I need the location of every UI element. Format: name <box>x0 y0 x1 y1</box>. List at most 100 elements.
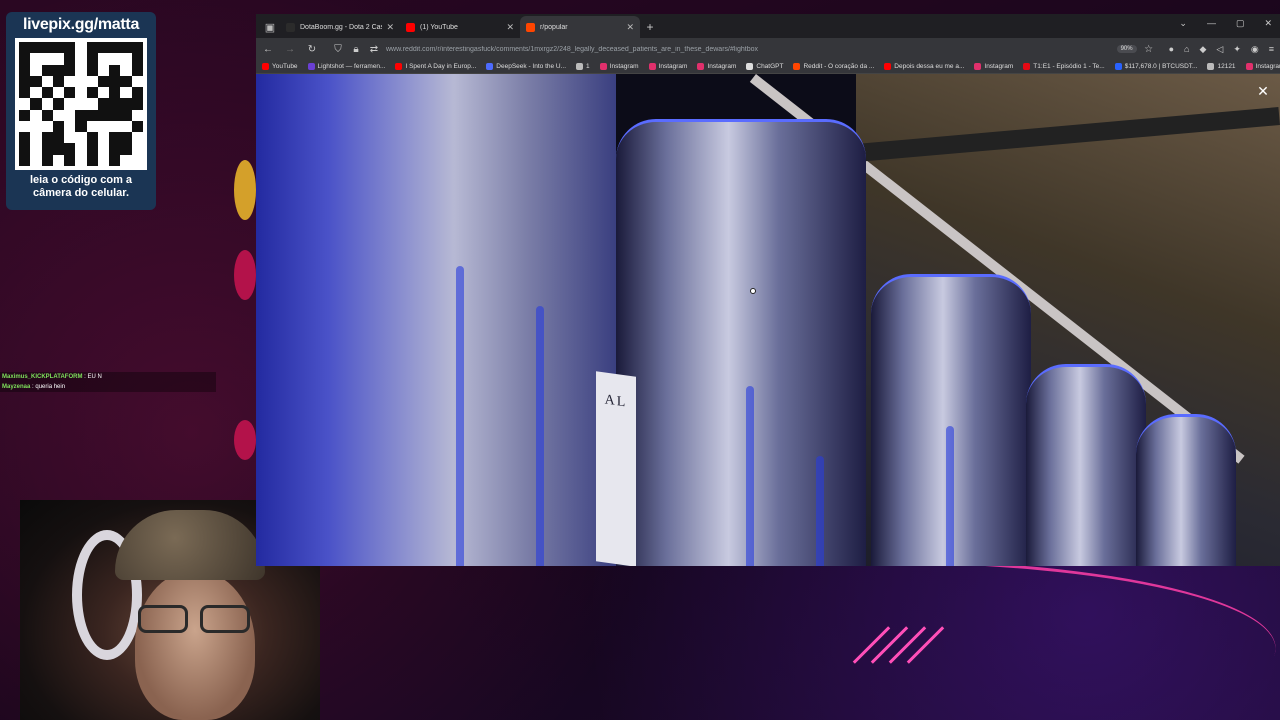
bookmark-icon <box>1245 63 1253 70</box>
extension-icon[interactable]: ◆ <box>1199 44 1206 55</box>
chat-username: Mayzenaa <box>2 384 31 390</box>
shield-icon[interactable]: ⛉ <box>332 44 344 55</box>
close-icon[interactable]: ✕ <box>386 22 394 33</box>
bookmark-label: Instagram <box>1255 63 1280 70</box>
tab-bar: ▣ DotaBoom.gg - Dota 2 Cases ✕ (1) YouTu… <box>256 14 1280 38</box>
bookmark-label: Instagram <box>984 63 1014 70</box>
bookmark-icon <box>793 63 801 70</box>
bookmark-item[interactable]: I Spent A Day in Europ... <box>395 63 476 70</box>
bookmark-item[interactable]: DeepSeek - Into the U... <box>486 63 566 70</box>
frost-drip <box>536 306 544 566</box>
bookmark-item[interactable]: YouTube <box>262 63 298 70</box>
window-controls: ⌄ — ▢ ✕ <box>1179 18 1272 29</box>
site-settings-icon[interactable]: ⇄ <box>368 44 380 55</box>
bookmark-icon <box>697 63 705 70</box>
bookmark-label: Lightshot — ferramen... <box>317 63 386 70</box>
bookmark-icon <box>974 63 982 70</box>
menu-icon[interactable]: ≡ <box>1269 44 1274 55</box>
bookmark-item[interactable]: Depois dessa eu me a... <box>884 63 964 70</box>
maximize-icon[interactable]: ▢ <box>1236 18 1245 29</box>
livepix-qr-panel: livepix.gg/matta leia o código com a câm… <box>6 12 156 210</box>
frost-drip <box>456 266 464 566</box>
bookmark-item[interactable]: Instagram <box>974 63 1013 70</box>
url-text[interactable]: www.reddit.com/r/interestingasfuck/comme… <box>386 46 1111 53</box>
overlay-pink-streaks <box>852 620 950 670</box>
bookmark-label: Instagram <box>658 63 688 70</box>
bookmark-item[interactable]: Instagram <box>648 63 688 70</box>
bookmark-icon <box>262 63 269 70</box>
bookmark-label: Reddit - O coração da ... <box>803 63 875 70</box>
bookmark-label: DeepSeek - Into the U... <box>496 63 567 70</box>
bookmark-item[interactable]: 12121 <box>1207 63 1236 70</box>
frost-drip <box>816 456 824 566</box>
close-window-icon[interactable]: ✕ <box>1264 18 1272 29</box>
bookmark-icon <box>1114 63 1122 70</box>
tab-dotaboom[interactable]: DotaBoom.gg - Dota 2 Cases ✕ <box>280 16 400 38</box>
bookmark-icon <box>486 63 494 70</box>
close-icon[interactable]: ✕ <box>626 22 634 33</box>
bookmark-label: 12121 <box>1217 63 1236 70</box>
new-tab-button[interactable]: + <box>640 16 660 38</box>
address-bar[interactable]: ⛉ 🔒︎ ⇄ www.reddit.com/r/interestingasfuc… <box>328 41 1159 57</box>
tab-reddit[interactable]: r/popular ✕ <box>520 16 640 38</box>
bookmark-item[interactable]: ChatGPT <box>746 63 783 70</box>
chat-text: : EU N <box>84 374 102 380</box>
stream-chat: Maximus_KICKPLATAFORM : EU N Mayzenaa : … <box>0 372 216 392</box>
bookmark-item[interactable]: $117,678.0 | BTCUSDT... <box>1114 63 1198 70</box>
minimize-icon[interactable]: — <box>1207 18 1216 29</box>
tab-label: (1) YouTube <box>420 23 458 31</box>
dewar-tank <box>1026 364 1146 566</box>
tab-youtube[interactable]: (1) YouTube ✕ <box>400 16 520 38</box>
bookmark-label: I Spent A Day in Europ... <box>405 63 477 70</box>
bookmark-item[interactable]: T1:E1 - Episódio 1 - Te... <box>1023 63 1105 70</box>
bookmark-label: YouTube <box>272 63 298 70</box>
reddit-icon <box>526 22 535 32</box>
bookmark-item[interactable]: Instagram <box>697 63 736 70</box>
navigation-bar: ← → ↻ ⛉ 🔒︎ ⇄ www.reddit.com/r/interestin… <box>256 38 1280 60</box>
dewar-tank <box>256 74 616 566</box>
bookmark-item[interactable]: Instagram <box>599 63 639 70</box>
frost-drip <box>746 386 754 566</box>
extensions-toolbar: ● ⌂ ◆ ◁ ✦ ◉ ≡ <box>1169 44 1274 55</box>
chat-message: Mayzenaa : queria hein <box>0 382 216 392</box>
close-icon[interactable]: ✕ <box>506 22 514 33</box>
bookmarks-bar: YouTube Lightshot — ferramen... I Spent A … <box>256 60 1280 74</box>
bookmark-label: 1 <box>586 63 590 70</box>
star-icon[interactable]: ☆ <box>1143 44 1155 55</box>
bookmark-item[interactable]: Reddit - O coração da ... <box>793 63 874 70</box>
back-icon[interactable]: ← <box>262 44 274 55</box>
forward-icon[interactable]: → <box>284 44 296 55</box>
lock-icon[interactable]: 🔒︎ <box>350 44 362 55</box>
extension-icon[interactable]: ◉ <box>1251 44 1259 55</box>
bookmark-label: T1:E1 - Episódio 1 - Te... <box>1033 63 1105 70</box>
chevron-down-icon[interactable]: ⌄ <box>1179 18 1187 29</box>
bookmark-icon <box>576 63 584 70</box>
tab-label: DotaBoom.gg - Dota 2 Cases <box>300 23 383 31</box>
bookmark-item[interactable]: Instagram <box>1245 63 1280 70</box>
youtube-icon <box>406 22 415 32</box>
streamer-face <box>135 570 255 720</box>
pocket-icon[interactable]: ⌂ <box>1184 44 1189 55</box>
bookmark-icon <box>307 63 315 70</box>
streamer-cap <box>115 510 265 580</box>
bookmark-icon <box>599 63 607 70</box>
overlay-red-decoration <box>230 150 256 470</box>
speaker-icon[interactable]: ◁ <box>1216 44 1223 55</box>
frost-drip <box>946 426 954 566</box>
extension-icon[interactable]: ● <box>1169 44 1174 55</box>
bookmark-label: Instagram <box>609 63 639 70</box>
chat-text: : queria hein <box>32 384 66 390</box>
reload-icon[interactable]: ↻ <box>306 44 318 55</box>
bookmark-item[interactable]: Lightshot — ferramen... <box>307 63 386 70</box>
chat-username: Maximus_KICKPLATAFORM <box>2 374 83 380</box>
zoom-level[interactable]: 90% <box>1116 45 1137 53</box>
dewars-photo[interactable]: AL <box>256 74 1280 566</box>
extension-icon[interactable]: ✦ <box>1233 44 1241 55</box>
tab-list-icon[interactable]: ▣ <box>260 18 280 38</box>
close-icon[interactable]: ✕ <box>1254 82 1272 100</box>
bookmark-icon <box>1023 63 1031 70</box>
bookmark-item[interactable]: 1 <box>576 63 590 70</box>
qr-code <box>15 38 147 170</box>
bookmark-label: $117,678.0 | BTCUSDT... <box>1124 63 1198 70</box>
dewar-label-plate: AL <box>596 371 636 566</box>
